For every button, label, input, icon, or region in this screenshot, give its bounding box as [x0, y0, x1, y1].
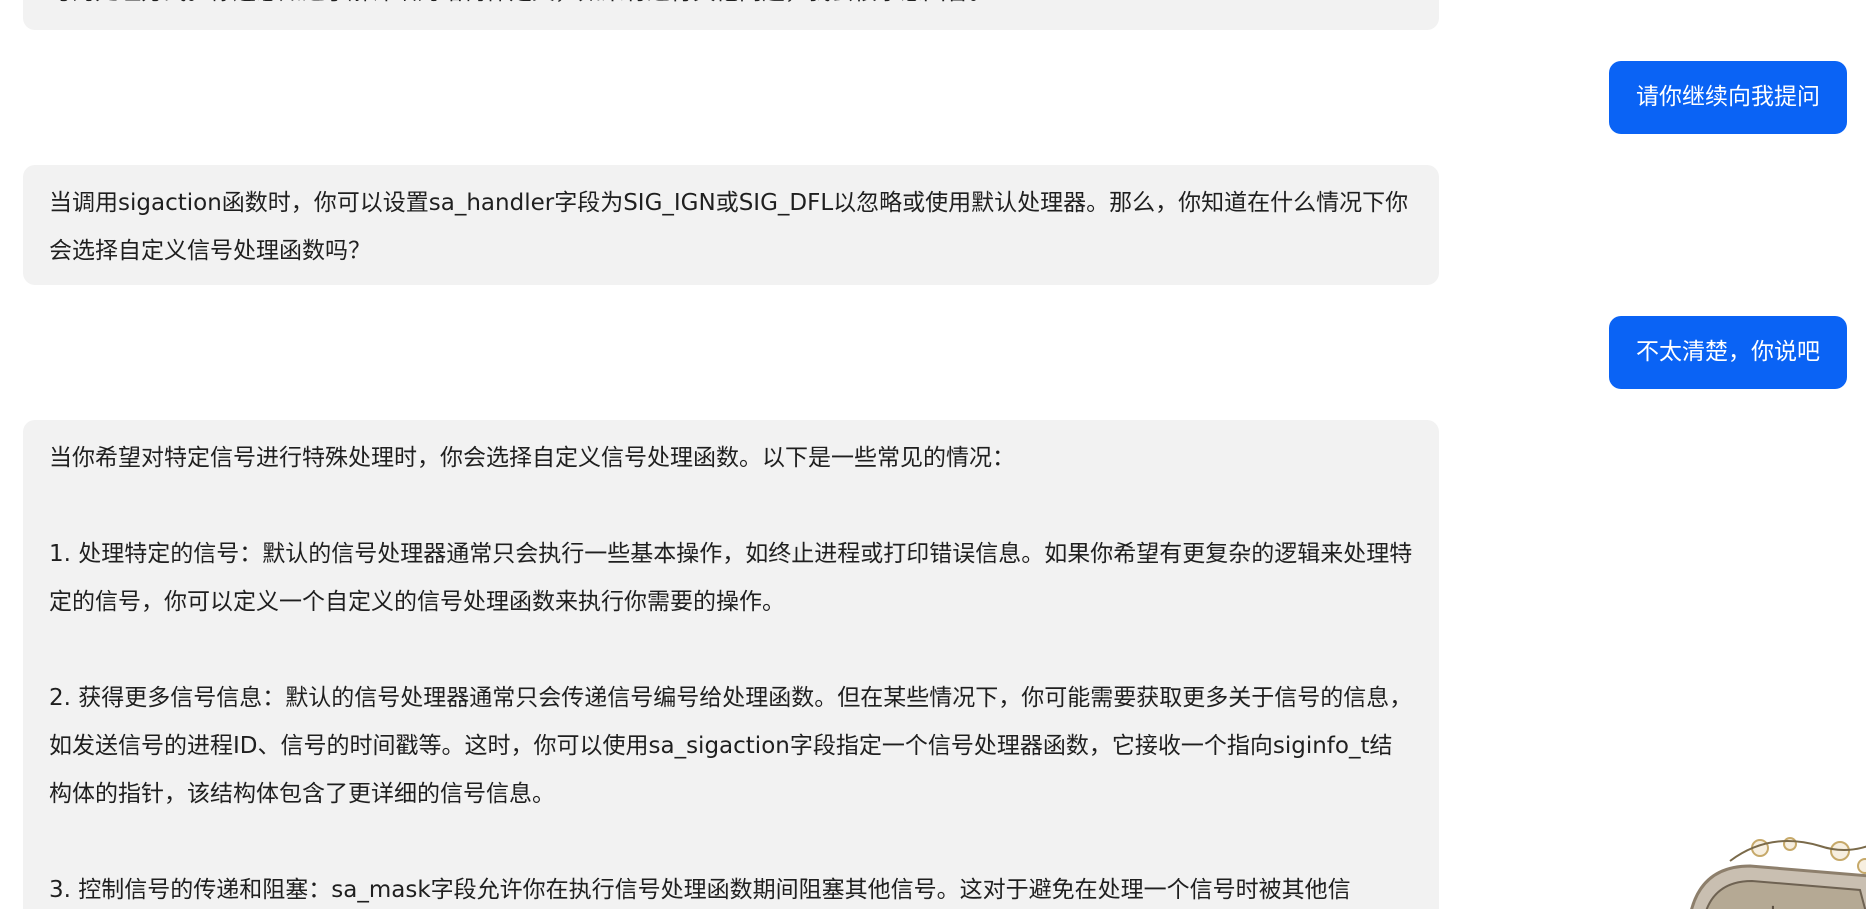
- message-paragraph: 2. 获得更多信号信息：默认的信号处理器通常只会传递信号编号给处理函数。但在某些…: [49, 685, 1413, 807]
- floral-seal-ornament-icon: 中: [1690, 837, 1866, 909]
- chat-conversation: 与的处理方式。你还想知道了解详细的结构体定义，如果有进行其他问题，我会很乐意回答…: [0, 0, 1866, 909]
- message-paragraph: 3. 控制信号的传递和阻塞：sa_mask字段允许你在执行信号处理函数期间阻塞其…: [49, 877, 1351, 903]
- assistant-message: 当调用sigaction函数时，你可以设置sa_handler字段为SIG_IG…: [23, 165, 1439, 285]
- svg-text:中: 中: [1760, 905, 1786, 909]
- message-paragraph: 1. 处理特定的信号：默认的信号处理器通常只会执行一些基本操作，如终止进程或打印…: [49, 541, 1413, 615]
- user-message: 不太清楚，你说吧: [1609, 316, 1847, 389]
- message-text: 不太清楚，你说吧: [1636, 339, 1820, 365]
- message-paragraph: 当你希望对特定信号进行特殊处理时，你会选择自定义信号处理函数。以下是一些常见的情…: [49, 445, 1015, 471]
- message-text: 与的处理方式。你还想知道了解详细的结构体定义，如果有进行其他问题，我会很乐意回答…: [49, 0, 1413, 16]
- assistant-message: 当你希望对特定信号进行特殊处理时，你会选择自定义信号处理函数。以下是一些常见的情…: [23, 420, 1439, 909]
- assistant-message: 与的处理方式。你还想知道了解详细的结构体定义，如果有进行其他问题，我会很乐意回答…: [23, 0, 1439, 30]
- message-text: 请你继续向我提问: [1636, 84, 1820, 110]
- message-text: 当调用sigaction函数时，你可以设置sa_handler字段为SIG_IG…: [49, 190, 1409, 264]
- user-message: 请你继续向我提问: [1609, 61, 1847, 134]
